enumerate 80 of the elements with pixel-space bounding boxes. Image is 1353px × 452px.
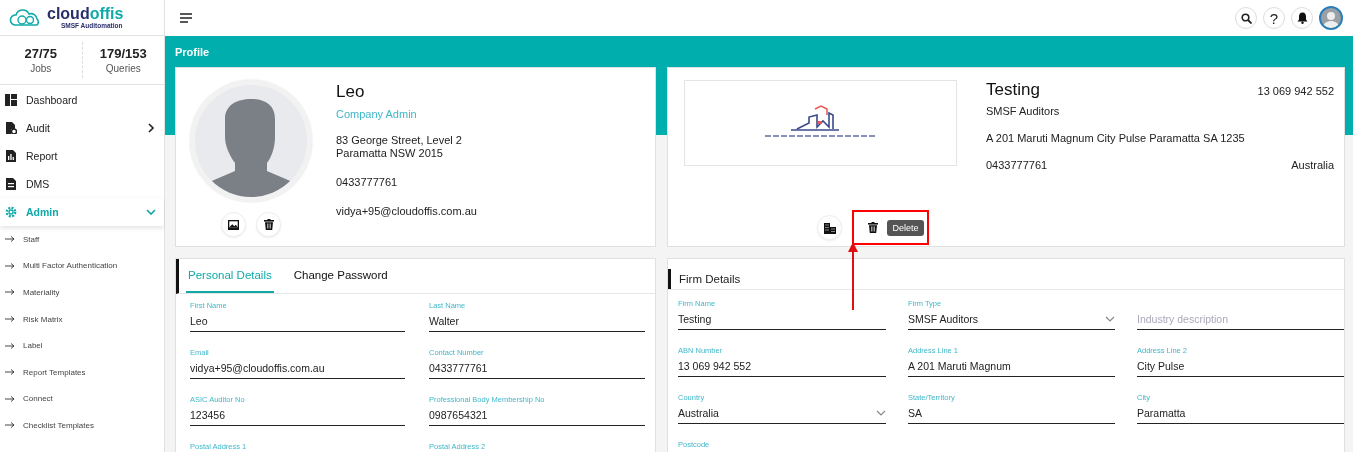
arrow-right-icon <box>5 369 15 376</box>
arrow-right-icon <box>5 262 15 269</box>
chevron-down-icon <box>876 410 886 416</box>
nav-subitem[interactable]: Report Templates <box>23 367 86 377</box>
arrow-right-icon <box>5 395 15 402</box>
bell-icon <box>1296 12 1308 24</box>
input-field[interactable]: Paramatta <box>1137 406 1344 424</box>
section-title: Firm Details <box>668 269 1344 289</box>
input-field[interactable]: 0433777761 <box>429 361 645 379</box>
user-avatar[interactable] <box>1319 6 1343 30</box>
report-icon <box>5 150 17 162</box>
email-address: vidya+95@cloudoffis.com.au <box>336 205 477 217</box>
page-title: Profile <box>175 45 210 58</box>
company-address: A 201 Maruti Magnum City Pulse Paramatta SA 1235 <box>986 132 1246 144</box>
country: Australia <box>1291 159 1334 171</box>
input-field[interactable]: 123456 <box>190 408 405 426</box>
address-line: Paramatta NSW 2015 <box>336 147 444 159</box>
abn-number: 13 069 942 552 <box>1257 85 1334 97</box>
arrow-right-icon <box>5 342 15 349</box>
arrow-right-icon <box>5 422 15 429</box>
gear-icon <box>5 206 17 218</box>
dashboard-icon <box>5 94 17 106</box>
input-field[interactable]: SA <box>908 406 1115 424</box>
nav-item[interactable]: Report <box>0 142 164 170</box>
input-field[interactable]: Leo <box>190 314 405 332</box>
input-field[interactable]: City Pulse <box>1137 359 1344 377</box>
stat-label: Jobs <box>30 63 52 74</box>
nav-subitem[interactable]: Staff <box>23 234 40 244</box>
nav-subitem[interactable]: Risk Matrix <box>23 314 63 324</box>
upload-photo-button[interactable] <box>221 212 246 237</box>
stat-value: 27/75 <box>24 46 57 61</box>
phone-number: 0433777761 <box>336 176 399 188</box>
input-field[interactable]: A 201 Maruti Magnum <box>908 359 1115 377</box>
nav-item[interactable]: DMS <box>0 170 164 198</box>
select-field[interactable]: SMSF Auditors <box>908 312 1115 330</box>
tab[interactable]: Change Password <box>291 259 390 293</box>
phone-number: 0433777761 <box>986 159 1048 171</box>
trash-icon <box>263 219 274 230</box>
image-icon <box>228 219 239 230</box>
profile-name: Leo <box>336 82 366 102</box>
search-icon <box>1240 12 1252 24</box>
delete-photo-button[interactable] <box>256 212 281 237</box>
chevron-down-icon <box>1105 316 1115 322</box>
nav-subitem[interactable]: Checklist Templates <box>23 420 94 430</box>
document-gear-icon <box>5 122 17 134</box>
firm-type: SMSF Auditors <box>986 105 1061 117</box>
brand-name: cloudoffis <box>47 6 124 22</box>
trash-icon <box>868 222 878 233</box>
input-field[interactable]: vidya+95@cloudoffis.com.au <box>190 361 405 379</box>
person-silhouette-icon <box>1322 10 1340 28</box>
input-field[interactable]: 13 069 942 552 <box>678 359 886 377</box>
search-button[interactable] <box>1235 7 1257 29</box>
document-icon <box>5 178 17 190</box>
notifications-button[interactable] <box>1291 7 1313 29</box>
nav-subitem[interactable]: Label <box>23 341 43 351</box>
input-field[interactable]: Testing <box>678 312 886 330</box>
arrow-right-icon <box>5 236 15 243</box>
input-field[interactable]: Industry description <box>1137 312 1344 330</box>
arrow-right-icon <box>5 289 15 296</box>
stat-label: Queries <box>105 63 141 74</box>
select-field[interactable]: Australia <box>678 406 886 424</box>
nav-item[interactable]: Dashboard <box>0 86 164 114</box>
address-line: 83 George Street, Level 2 <box>336 134 463 146</box>
nav-item[interactable]: Audit <box>0 114 164 142</box>
arrow-right-icon <box>5 316 15 323</box>
profile-role: Company Admin <box>336 108 418 120</box>
nav-subitem[interactable]: Materiality <box>23 288 60 297</box>
menu-icon <box>180 13 192 23</box>
input-field[interactable]: Walter <box>429 314 645 332</box>
company-name: Testing <box>986 80 1040 100</box>
tooltip: Delete <box>887 219 924 236</box>
chevron-icon[interactable] <box>146 123 156 133</box>
nav-subitem[interactable]: Connect <box>23 394 53 404</box>
annotation-arrow <box>847 241 859 311</box>
company-logo-button[interactable] <box>817 215 843 240</box>
help-button[interactable]: ? <box>1263 7 1285 29</box>
input-field[interactable]: 0987654321 <box>429 408 645 426</box>
stat-value: 179/153 <box>99 46 147 61</box>
nav-subitem[interactable]: Multi Factor Authentication <box>23 261 118 271</box>
buildings-icon <box>824 221 836 234</box>
